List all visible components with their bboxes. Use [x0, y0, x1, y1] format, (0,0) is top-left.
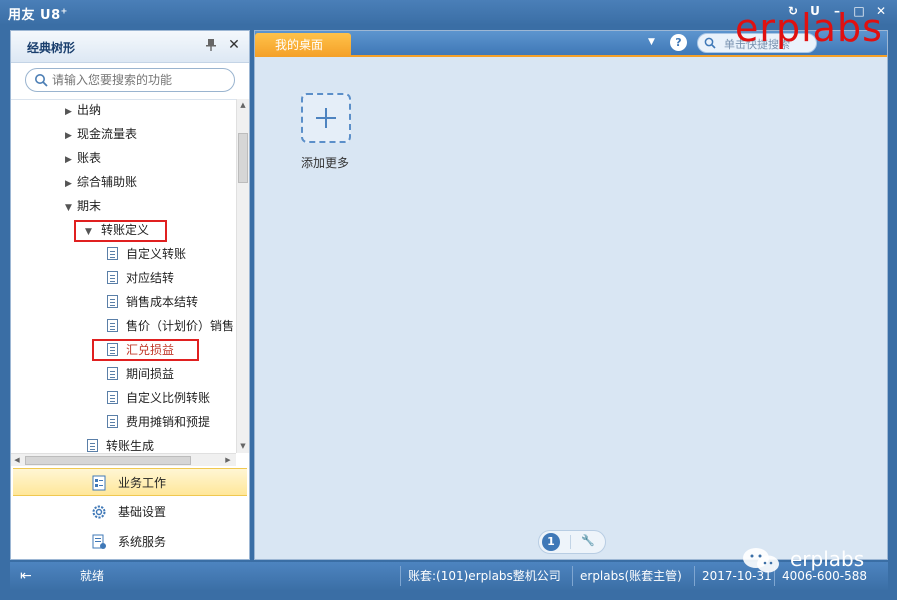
tree-vertical-scrollbar[interactable]: ▲ ▼: [236, 99, 249, 453]
tree-item-period-gain-loss[interactable]: 期间损益: [107, 364, 174, 384]
document-icon: [87, 439, 98, 452]
business-work-icon: [92, 475, 106, 491]
close-panel-icon[interactable]: ✕: [227, 37, 241, 53]
back-arrow-icon[interactable]: ⇤: [20, 562, 32, 590]
tree-item-custom-ratio-transfer[interactable]: 自定义比例转账: [107, 388, 210, 408]
function-tree: ▶ 出纳 ▶ 现金流量表 ▶ 账表 ▶ 综合辅助账 ▼ 期末 ▼ 转账定义 自定义转账 对应…: [11, 99, 236, 453]
navigation-panel: 经典树形 ✕ ▶出纳 ▶现金流量表 ▶账表 ▶综合辅助账 ▼期末 ▼转账定义 自…: [10, 30, 250, 560]
system-service-icon: [92, 534, 106, 549]
tree-horizontal-scrollbar[interactable]: ◀ ▶: [11, 453, 236, 466]
document-icon: [107, 247, 118, 260]
scroll-left-icon[interactable]: ◀: [12, 455, 22, 465]
document-icon: [107, 295, 118, 308]
help-icon[interactable]: ?: [670, 34, 687, 51]
chevron-right-icon: ▶: [65, 107, 72, 117]
scroll-right-icon[interactable]: ▶: [223, 455, 233, 465]
caret-down-icon[interactable]: ▼: [648, 37, 660, 49]
pager-divider: [570, 535, 571, 549]
watermark-top: erplabs: [735, 6, 883, 50]
status-divider: [694, 566, 695, 586]
panel-title: 经典树形: [27, 41, 76, 55]
tree-item-cashflow[interactable]: ▶ 现金流量表: [65, 124, 137, 144]
document-icon: [107, 319, 118, 332]
document-icon: [107, 367, 118, 380]
document-icon: [107, 415, 118, 428]
scroll-up-icon[interactable]: ▲: [238, 100, 248, 110]
tree-item-aux-accounts[interactable]: ▶ 综合辅助账: [65, 172, 137, 192]
function-search-box[interactable]: [25, 68, 235, 92]
tree-item-custom-transfer[interactable]: 自定义转账: [107, 244, 186, 264]
plus-icon-bar: [316, 117, 336, 119]
nav-basic-settings[interactable]: 基础设置: [13, 498, 247, 526]
add-more-button[interactable]: [301, 93, 351, 143]
tree-item-expense-amortization[interactable]: 费用摊销和预提: [107, 412, 210, 432]
document-icon: [107, 271, 118, 284]
app-title: 用友 U8+: [8, 6, 68, 23]
nav-business-work[interactable]: 业务工作: [13, 468, 247, 496]
account-info: 账套:(101)erplabs整机公司: [408, 569, 561, 583]
pin-icon[interactable]: [204, 38, 218, 54]
tree-item-reports[interactable]: ▶ 账表: [65, 148, 101, 168]
nav-system-service[interactable]: 系统服务: [13, 528, 247, 556]
status-text: 就绪: [80, 569, 105, 583]
user-info: erplabs(账套主管): [580, 569, 682, 583]
tree-item-corresponding-transfer[interactable]: 对应结转: [107, 268, 174, 288]
desktop-pager: 1 🔧: [538, 530, 606, 554]
chevron-down-icon: ▼: [65, 203, 72, 213]
status-divider: [572, 566, 573, 586]
search-icon: [35, 74, 48, 87]
highlight-box: [92, 339, 199, 361]
gear-icon: [92, 505, 106, 519]
chevron-right-icon: ▶: [65, 131, 72, 141]
wechat-icon: [743, 548, 779, 573]
scroll-thumb[interactable]: [25, 456, 191, 465]
status-divider: [400, 566, 401, 586]
tab-my-desktop[interactable]: 我的桌面: [255, 33, 351, 57]
tree-item-period-end[interactable]: ▼ 期末: [65, 196, 101, 216]
tree-item-cashier[interactable]: ▶ 出纳: [65, 100, 101, 120]
scroll-down-icon[interactable]: ▼: [238, 441, 248, 451]
page-1-button[interactable]: 1: [542, 533, 560, 551]
scroll-thumb[interactable]: [238, 133, 248, 183]
panel-header: 经典树形 ✕: [11, 31, 249, 63]
tree-item-transfer-generation[interactable]: 转账生成: [87, 436, 154, 453]
wrench-icon[interactable]: 🔧: [581, 534, 595, 547]
function-search-input[interactable]: [52, 71, 227, 89]
search-icon: [704, 37, 716, 49]
chevron-right-icon: ▶: [65, 155, 72, 165]
highlight-box: [74, 220, 167, 242]
watermark-bottom-text: erplabs: [790, 547, 865, 571]
tree-item-planned-price-sales[interactable]: 售价（计划价）销售: [107, 316, 234, 336]
document-icon: [107, 391, 118, 404]
workspace-panel: 我的桌面 ▼ ? 单击快捷搜索 添加更多 1 🔧: [254, 30, 888, 560]
add-more-label: 添加更多: [301, 156, 350, 170]
chevron-right-icon: ▶: [65, 179, 72, 189]
tree-item-sales-cost-transfer[interactable]: 销售成本结转: [107, 292, 198, 312]
